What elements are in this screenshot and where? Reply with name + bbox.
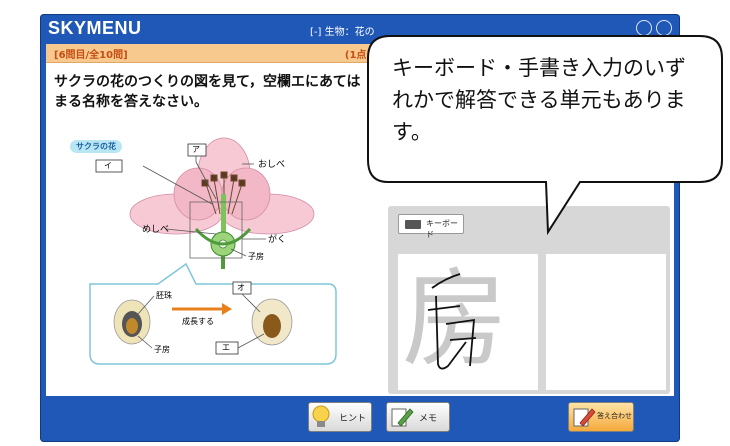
bubble-text: キーボード・手書き入力のいずれかで解答できる単元もあります。 xyxy=(392,56,686,144)
